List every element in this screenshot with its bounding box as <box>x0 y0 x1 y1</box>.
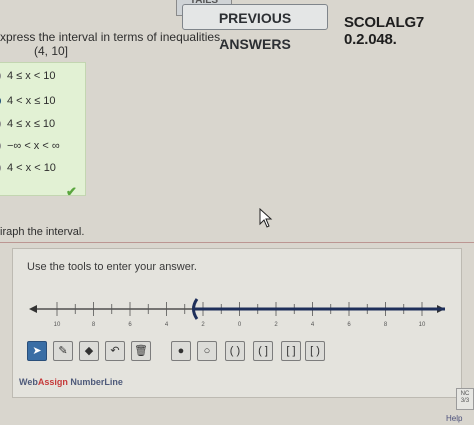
correct-check-icon: ✔ <box>66 184 77 199</box>
previous-answers-button[interactable]: PREVIOUS ANSWERS <box>182 4 328 52</box>
tick-label: 10 <box>419 322 426 328</box>
radio-button[interactable] <box>0 163 1 173</box>
tick-label: 0 <box>238 322 242 328</box>
open-point-tool[interactable]: ○ <box>197 341 217 361</box>
answer-choices: 4 ≤ x < 10 4 < x ≤ 10 4 ≤ x ≤ 10 −∞ < x … <box>0 62 86 196</box>
radio-button[interactable] <box>0 141 1 151</box>
numberline-panel: Use the tools to enter your answer. 10 8 6… <box>12 248 462 398</box>
brand-assign: Assign <box>37 377 68 387</box>
number-line[interactable]: 10 8 6 4 2 0 2 4 6 8 10 <box>27 285 447 335</box>
tick-label: 8 <box>384 322 388 328</box>
help-link[interactable]: Help <box>446 414 462 423</box>
tick-label: 6 <box>347 322 351 328</box>
tick-label: 10 <box>54 322 61 328</box>
open-closed-interval-tool[interactable]: ( ] <box>253 341 273 361</box>
graph-prompt: iraph the interval. <box>0 226 85 238</box>
pencil-tool[interactable]: ✎ <box>53 341 73 361</box>
brand-product: NumberLine <box>67 377 123 387</box>
tick-label: 8 <box>92 322 96 328</box>
mouse-cursor-icon <box>259 208 273 228</box>
choice-label: −∞ < x < ∞ <box>7 140 60 152</box>
section-divider <box>0 242 474 243</box>
open-open-interval-tool[interactable]: ( ) <box>225 341 245 361</box>
radio-button[interactable] <box>0 119 1 129</box>
brand-web: Web <box>19 377 38 387</box>
delete-tool[interactable]: 🗑 <box>131 341 151 361</box>
choice-label: 4 < x ≤ 10 <box>7 95 56 107</box>
fill-tool[interactable]: ◆ <box>79 341 99 361</box>
choice-label: 4 < x < 10 <box>7 162 56 174</box>
undo-tool[interactable]: ↶ <box>105 341 125 361</box>
interval-expression: (4, 10] <box>34 44 69 58</box>
choice-label: 4 ≤ x < 10 <box>7 70 56 82</box>
left-arrow-icon <box>29 305 37 313</box>
choice-label: 4 ≤ x ≤ 10 <box>7 118 56 130</box>
closed-open-interval-tool[interactable]: [ ) <box>305 341 325 361</box>
tool-bar: ➤ ✎ ◆ ↶ 🗑 ● ○ ( ) ( ] [ ][ ) <box>21 341 325 367</box>
closed-closed-interval-tool[interactable]: [ ] <box>281 341 301 361</box>
tool-instructions: Use the tools to enter your answer. <box>27 261 197 273</box>
radio-button-selected[interactable] <box>0 96 1 106</box>
tick-label: 6 <box>128 322 132 328</box>
radio-button[interactable] <box>0 71 1 81</box>
webassign-numberline-logo: WebAssign NumberLine <box>19 377 123 387</box>
question-badge: NC 3/3 <box>456 388 474 410</box>
tick-label: 2 <box>201 322 205 328</box>
tick-label: 4 <box>311 322 315 328</box>
closed-point-tool[interactable]: ● <box>171 341 191 361</box>
tick-label: 2 <box>274 322 278 328</box>
tick-labels: 10 8 6 4 2 0 2 4 6 8 10 <box>54 322 426 328</box>
problem-code: SCOLALG7 0.2.048. <box>344 14 425 48</box>
pointer-tool[interactable]: ➤ <box>27 341 47 361</box>
tick-label: 4 <box>165 322 169 328</box>
question-prompt: xpress the interval in terms of inequali… <box>0 30 224 44</box>
